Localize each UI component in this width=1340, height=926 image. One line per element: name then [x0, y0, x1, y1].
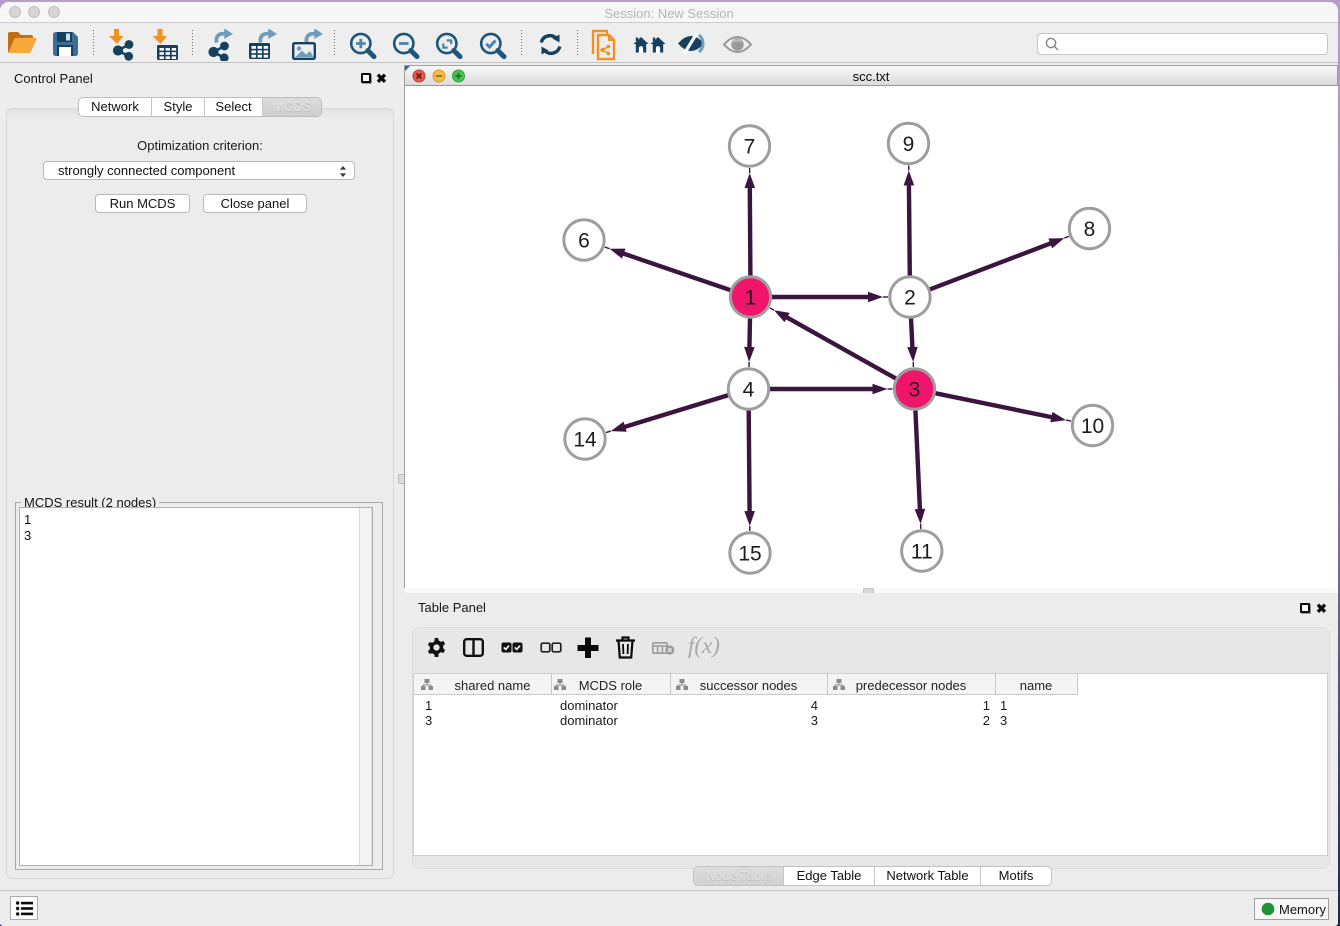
svg-text:10: 10 — [1081, 415, 1104, 438]
svg-text:3: 3 — [909, 379, 921, 402]
svg-text:7: 7 — [744, 136, 756, 159]
svg-text:1: 1 — [745, 287, 757, 310]
svg-text:8: 8 — [1084, 218, 1096, 241]
svg-text:4: 4 — [743, 379, 755, 402]
svg-text:9: 9 — [903, 133, 915, 156]
svg-text:6: 6 — [578, 230, 590, 253]
svg-text:2: 2 — [904, 287, 916, 310]
svg-text:11: 11 — [911, 541, 933, 564]
svg-text:15: 15 — [738, 543, 761, 566]
svg-text:14: 14 — [573, 429, 597, 452]
